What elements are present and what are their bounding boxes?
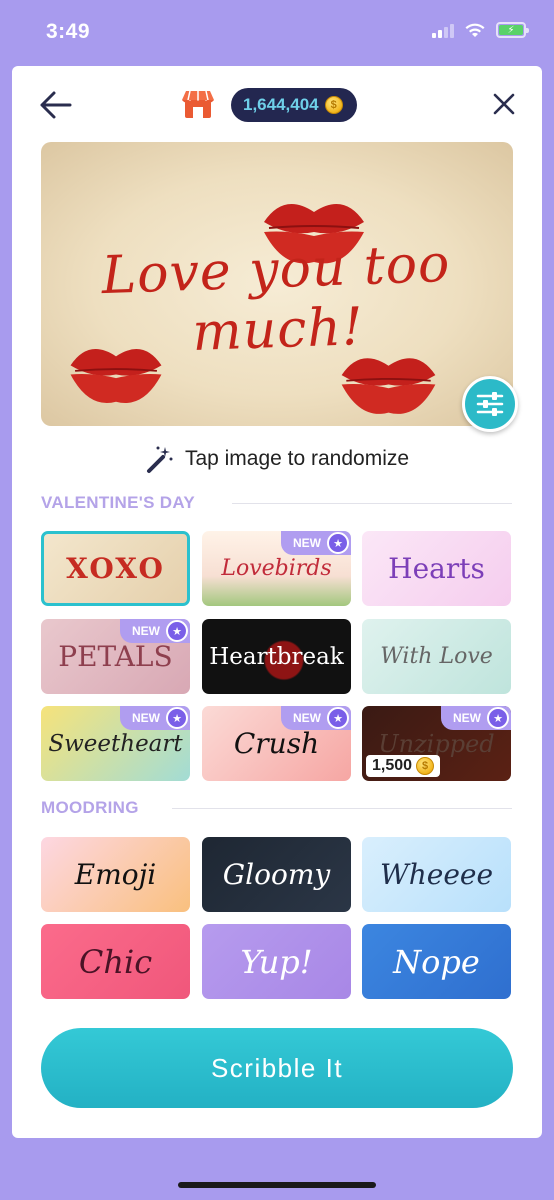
scribble-card: 1,644,404 Love you too much!: [12, 66, 542, 1138]
cellular-signal-icon: [432, 22, 454, 38]
tile-yup[interactable]: Yup!: [202, 924, 351, 999]
coin-balance-value: 1,644,404: [243, 95, 319, 114]
tile-price-value: 1,500: [372, 757, 413, 774]
tile-with-love[interactable]: With Love: [362, 619, 511, 694]
magic-wand-icon: [146, 446, 173, 473]
status-bar: 3:49 ⚡: [0, 0, 554, 64]
tile-heartbreak[interactable]: Heartbreak: [202, 619, 351, 694]
close-button[interactable]: [488, 88, 520, 120]
store-icon[interactable]: [180, 88, 216, 120]
tile-xoxo[interactable]: XOXO: [41, 531, 190, 606]
header: 1,644,404: [12, 66, 542, 142]
status-icons: ⚡: [432, 22, 529, 38]
star-icon: ★: [487, 707, 509, 729]
tile-chic[interactable]: Chic: [41, 924, 190, 999]
tile-emoji[interactable]: Emoji: [41, 837, 190, 912]
star-icon: ★: [327, 532, 349, 554]
tile-unzipped[interactable]: Unzipped NEW ★ 1,500: [362, 706, 511, 781]
home-indicator[interactable]: [178, 1182, 376, 1188]
coin-balance[interactable]: 1,644,404: [231, 88, 357, 122]
star-icon: ★: [166, 620, 188, 642]
scribble-preview-text: Love you too much!: [100, 233, 452, 363]
tile-lovebirds[interactable]: Lovebirds NEW ★: [202, 531, 351, 606]
customize-button[interactable]: [462, 376, 518, 432]
tile-wheeee[interactable]: Wheeee: [362, 837, 511, 912]
star-icon: ★: [327, 707, 349, 729]
tile-price: 1,500: [366, 755, 441, 777]
star-icon: ★: [166, 707, 188, 729]
tile-hearts[interactable]: Hearts: [362, 531, 511, 606]
wifi-icon: [465, 23, 485, 37]
kiss-lips-icon: [341, 358, 436, 414]
coin-icon: [324, 96, 343, 114]
randomize-hint: Tap image to randomize: [12, 444, 542, 474]
tile-nope[interactable]: Nope: [362, 924, 511, 999]
sliders-icon: [476, 392, 504, 416]
section-title-valentines: VALENTINE'S DAY: [41, 493, 196, 512]
scribble-it-button[interactable]: Scribble It: [41, 1028, 513, 1108]
section-title-moodring: MOODRING: [41, 798, 139, 817]
back-button[interactable]: [36, 88, 76, 122]
randomize-label: Tap image to randomize: [184, 447, 410, 470]
status-time: 3:49: [46, 20, 91, 43]
coin-icon: [416, 757, 435, 775]
divider: [232, 503, 512, 504]
divider: [172, 808, 512, 809]
tile-gloomy[interactable]: Gloomy: [202, 837, 351, 912]
battery-icon: ⚡: [496, 22, 529, 38]
tile-petals[interactable]: PETALS NEW ★: [41, 619, 190, 694]
tile-sweetheart[interactable]: Sweetheart NEW ★: [41, 706, 190, 781]
scribble-preview-image[interactable]: Love you too much!: [41, 142, 513, 426]
tile-crush[interactable]: Crush NEW ★: [202, 706, 351, 781]
